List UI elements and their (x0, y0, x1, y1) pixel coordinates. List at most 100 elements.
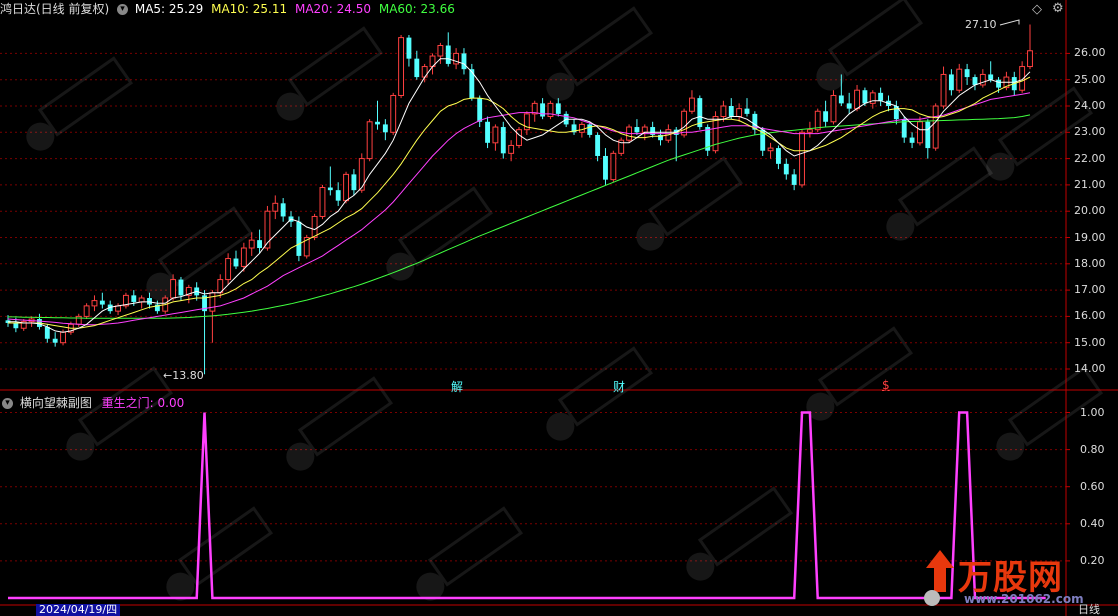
watermark-frame (817, 326, 914, 407)
watermark-frame (37, 56, 134, 137)
watermark-mascot (166, 572, 195, 601)
candle-body-down (257, 240, 263, 249)
diamond-icon[interactable]: ◇ (1032, 2, 1042, 18)
ma20-value: MA20: 24.50 (294, 2, 372, 16)
candle-body-down (878, 92, 884, 101)
cursor-date-label: 2024/04/19/四 (36, 604, 121, 616)
candle-body-down (791, 174, 797, 185)
chevron-down-icon[interactable]: ▾ (2, 398, 13, 409)
candle-body-up (209, 292, 216, 312)
candle-body-down (375, 121, 380, 125)
event-marker-unlock[interactable]: 解 (451, 378, 463, 395)
candle-body-up (854, 89, 860, 110)
candle-body-down (44, 326, 50, 339)
event-marker-finance[interactable]: 财 (613, 378, 625, 395)
price-axis-label: 25.00 (1074, 72, 1106, 86)
candle-body-up (689, 97, 695, 112)
candle-body-down (846, 103, 852, 109)
watermark-logo (546, 6, 654, 101)
candle-body-down (296, 221, 302, 256)
indicator-axis-label: 0.60 (1080, 479, 1105, 493)
candle-body-up (319, 187, 326, 217)
candle-body-down (406, 37, 412, 59)
candle-body-up (138, 297, 145, 303)
candle-body-down (595, 134, 601, 156)
candle-body-up (91, 300, 98, 307)
candle-body-down (52, 338, 58, 343)
indicator-signal-line (8, 411, 1046, 600)
indicator-axis-label: 0.40 (1080, 516, 1105, 530)
price-axis-label: 15.00 (1074, 335, 1106, 349)
logo-url: www.201062.com (964, 592, 1084, 606)
stock-title[interactable]: 鸿日达(日线 前复权) (0, 2, 109, 16)
candle-body-down (414, 58, 420, 78)
price-axis-label: 22.00 (1074, 151, 1106, 165)
watermark-mascot (886, 212, 915, 241)
watermark-frame (557, 346, 654, 427)
candle-body-up (830, 94, 837, 123)
sub-panel-title[interactable]: 横向望棘副图 (20, 396, 92, 410)
chevron-down-icon[interactable]: ▾ (117, 4, 129, 15)
candle-body-up (60, 331, 66, 344)
indicator-value: 重生之门: 0.00 (101, 396, 185, 410)
candle-body-up (83, 305, 90, 317)
candle-body-up (492, 126, 499, 144)
price-axis-label: 17.00 (1074, 283, 1106, 297)
indicator-line (8, 411, 1046, 600)
watermark-mascot (546, 72, 575, 101)
watermark-logo (26, 56, 134, 151)
candle-body-down (988, 74, 994, 80)
watermark-frame (697, 486, 794, 567)
candle-body-up (712, 116, 719, 152)
price-axis-label: 19.00 (1074, 230, 1106, 244)
candle-body-up (437, 45, 444, 57)
candle-body-up (366, 121, 373, 160)
watermark-frame (427, 506, 524, 587)
candle-body-down (351, 174, 357, 191)
candle-body-down (909, 137, 915, 143)
candle-body-up (240, 247, 247, 267)
low-price-label: ←13.80 (163, 369, 204, 382)
watermark-logo (416, 506, 524, 601)
low-price-value: 13.80 (172, 369, 204, 382)
price-axis-label: 21.00 (1074, 177, 1106, 191)
watermark-frame (897, 146, 994, 227)
gear-icon[interactable]: ⚙ (1052, 1, 1064, 17)
watermark-frame (397, 186, 494, 267)
candle-body-up (343, 173, 349, 202)
candle-body-up (814, 110, 821, 131)
watermark-frame (827, 0, 924, 77)
ma5-value: MA5: 25.29 (134, 2, 204, 16)
candle-body-down (477, 98, 483, 122)
candle-body-down (744, 108, 750, 114)
high-price-label: 27.10 (965, 18, 997, 31)
stock-chart-window: 鸿日达(日线 前复权) ▾ MA5: 25.29 MA10: 25.11 MA2… (0, 0, 1118, 616)
candle-body-up (720, 105, 727, 118)
watermark-mascot (996, 432, 1025, 461)
watermark-mascot (66, 432, 95, 461)
chart-canvas[interactable] (0, 0, 1118, 616)
candle-body-down (178, 279, 184, 296)
candle-body-up (170, 279, 177, 299)
candle-body-down (634, 127, 640, 133)
watermark-mascot (416, 572, 445, 601)
candle-body-up (940, 73, 947, 107)
price-axis-label: 14.00 (1074, 362, 1106, 375)
watermark-frame (647, 156, 744, 237)
candle-body-down (485, 121, 490, 143)
candle-body-down (540, 103, 546, 117)
event-marker-dividend[interactable]: $ (882, 378, 890, 392)
watermark-mascot (686, 552, 715, 581)
candle-body-up (1027, 50, 1033, 68)
candle-body-down (13, 322, 19, 329)
candle-body-down (500, 127, 506, 154)
watermark-frame (287, 26, 384, 107)
watermark-mascot (286, 442, 315, 471)
watermark-logo (546, 346, 654, 441)
watermark-mascot (386, 252, 415, 281)
watermark-logo (686, 486, 794, 581)
watermark-logo (816, 0, 924, 91)
candle-body-up (917, 121, 923, 144)
ma60-value: MA60: 23.66 (378, 2, 455, 16)
watermark-frame (157, 206, 254, 287)
